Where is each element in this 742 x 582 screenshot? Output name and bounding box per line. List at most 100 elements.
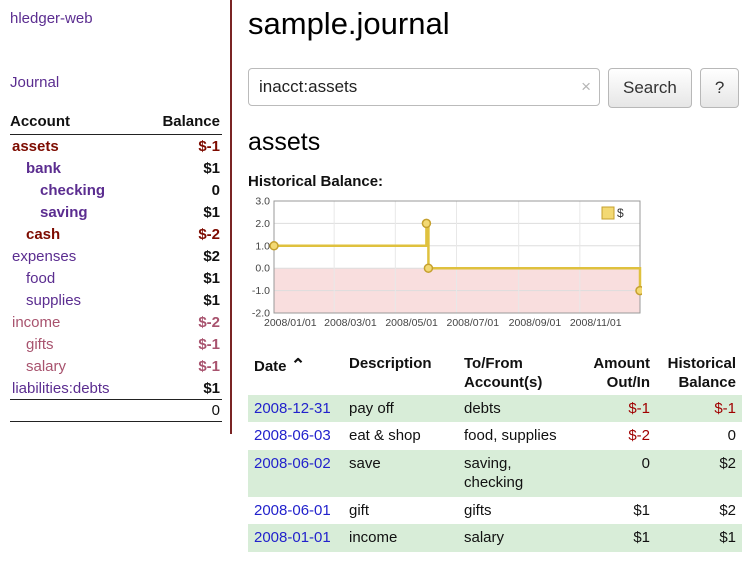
svg-text:2008/07/01: 2008/07/01 — [446, 317, 499, 329]
account-link[interactable]: gifts — [26, 336, 54, 353]
account-link[interactable]: salary — [26, 358, 66, 375]
register-row: 2008-12-31 pay off debts $-1 $-1 — [248, 395, 742, 423]
svg-text:2008/09/01: 2008/09/01 — [509, 317, 562, 329]
sort-ascending-icon: ⌃ — [291, 355, 305, 375]
transaction-date-link[interactable]: 2008-06-03 — [254, 427, 331, 444]
transaction-amount: 0 — [570, 450, 656, 497]
transaction-balance: 0 — [656, 422, 742, 450]
chart-title: Historical Balance: — [248, 173, 742, 190]
transaction-accounts: saving, checking — [458, 450, 570, 497]
account-link[interactable]: income — [12, 314, 60, 331]
register-header-row: Date ⌃ Description To/From Account(s) Am… — [248, 353, 742, 395]
account-balance: $2 — [144, 245, 222, 267]
balance-column-header: Balance — [144, 110, 222, 135]
transaction-balance: $1 — [656, 524, 742, 552]
account-tree-table: Account Balance assets $-1 bank $1 check… — [10, 110, 222, 422]
page-title: sample.journal — [248, 6, 742, 42]
svg-text:1.0: 1.0 — [255, 240, 270, 252]
account-balance: $-1 — [144, 135, 222, 158]
transaction-date-link[interactable]: 2008-06-01 — [254, 502, 331, 519]
tofrom-column-header: To/From Account(s) — [458, 353, 570, 395]
account-row: bank $1 — [10, 157, 222, 179]
account-balance: $1 — [144, 289, 222, 311]
transaction-description: gift — [343, 497, 458, 525]
date-column-header[interactable]: Date ⌃ — [248, 353, 343, 395]
transaction-description: eat & shop — [343, 422, 458, 450]
transaction-description: pay off — [343, 395, 458, 423]
account-row: saving $1 — [10, 201, 222, 223]
account-row: assets $-1 — [10, 135, 222, 158]
transaction-balance: $2 — [656, 497, 742, 525]
register-table: Date ⌃ Description To/From Account(s) Am… — [248, 353, 742, 552]
search-button[interactable]: Search — [608, 68, 692, 108]
transaction-amount: $1 — [570, 497, 656, 525]
account-link[interactable]: expenses — [12, 248, 76, 265]
sidebar: hledger-web Journal Account Balance asse… — [0, 0, 232, 434]
svg-text:-1.0: -1.0 — [252, 285, 270, 297]
account-column-header: Account — [10, 110, 144, 135]
account-balance: $-1 — [144, 355, 222, 377]
transaction-accounts: food, supplies — [458, 422, 570, 450]
account-balance: $1 — [144, 157, 222, 179]
transaction-accounts: debts — [458, 395, 570, 423]
account-row: food $1 — [10, 267, 222, 289]
transaction-balance: $2 — [656, 450, 742, 497]
svg-text:$: $ — [617, 206, 624, 220]
transaction-description: income — [343, 524, 458, 552]
description-column-header: Description — [343, 353, 458, 395]
transaction-date-link[interactable]: 2008-12-31 — [254, 400, 331, 417]
svg-text:0.0: 0.0 — [255, 263, 270, 275]
account-balance: 0 — [144, 179, 222, 201]
clear-search-icon[interactable]: × — [581, 77, 591, 97]
svg-text:2.0: 2.0 — [255, 218, 270, 230]
account-balance: $1 — [144, 267, 222, 289]
account-row: salary $-1 — [10, 355, 222, 377]
account-row: gifts $-1 — [10, 333, 222, 355]
transaction-amount: $-2 — [570, 422, 656, 450]
account-row: supplies $1 — [10, 289, 222, 311]
transaction-description: save — [343, 450, 458, 497]
account-balance: $-2 — [144, 223, 222, 245]
transaction-date-link[interactable]: 2008-06-02 — [254, 455, 331, 472]
search-form: × Search ? — [248, 68, 742, 108]
account-link[interactable]: bank — [26, 160, 61, 177]
help-button[interactable]: ? — [700, 68, 739, 108]
register-row: 2008-01-01 income salary $1 $1 — [248, 524, 742, 552]
account-row: cash $-2 — [10, 223, 222, 245]
register-row: 2008-06-03 eat & shop food, supplies $-2… — [248, 422, 742, 450]
transaction-balance: $-1 — [656, 395, 742, 423]
account-balance: $-2 — [144, 311, 222, 333]
account-row: income $-2 — [10, 311, 222, 333]
account-link[interactable]: supplies — [26, 292, 81, 309]
account-link[interactable]: food — [26, 270, 55, 287]
account-link[interactable]: checking — [40, 182, 105, 199]
amount-column-header: Amount Out/In — [570, 353, 656, 395]
account-link[interactable]: assets — [12, 138, 59, 155]
account-row: liabilities:debts $1 — [10, 377, 222, 400]
account-link[interactable]: saving — [40, 204, 88, 221]
sidebar-item-journal[interactable]: Journal — [10, 74, 59, 91]
account-balance: $1 — [144, 201, 222, 223]
account-link[interactable]: liabilities:debts — [12, 380, 110, 397]
transaction-amount: $1 — [570, 524, 656, 552]
account-balance: $-1 — [144, 333, 222, 355]
transaction-accounts: salary — [458, 524, 570, 552]
svg-text:2008/03/01: 2008/03/01 — [324, 317, 377, 329]
svg-text:2008/01/01: 2008/01/01 — [264, 317, 317, 329]
transaction-amount: $-1 — [570, 395, 656, 423]
balance-column-header-register: Historical Balance — [656, 353, 742, 395]
search-input[interactable] — [248, 68, 600, 106]
transaction-date-link[interactable]: 2008-01-01 — [254, 529, 331, 546]
svg-text:2008/11/01: 2008/11/01 — [570, 317, 622, 329]
account-link[interactable]: cash — [26, 226, 60, 243]
svg-text:3.0: 3.0 — [255, 196, 270, 208]
account-table-header-row: Account Balance — [10, 110, 222, 135]
app-title-link[interactable]: hledger-web — [10, 10, 93, 27]
register-row: 2008-06-02 save saving, checking 0 $2 — [248, 450, 742, 497]
main-content: sample.journal × Search ? assets Histori… — [248, 0, 742, 552]
account-total-balance: 0 — [144, 400, 222, 422]
account-heading: assets — [248, 128, 742, 157]
svg-text:2008/05/01: 2008/05/01 — [385, 317, 438, 329]
transaction-accounts: gifts — [458, 497, 570, 525]
account-row: expenses $2 — [10, 245, 222, 267]
